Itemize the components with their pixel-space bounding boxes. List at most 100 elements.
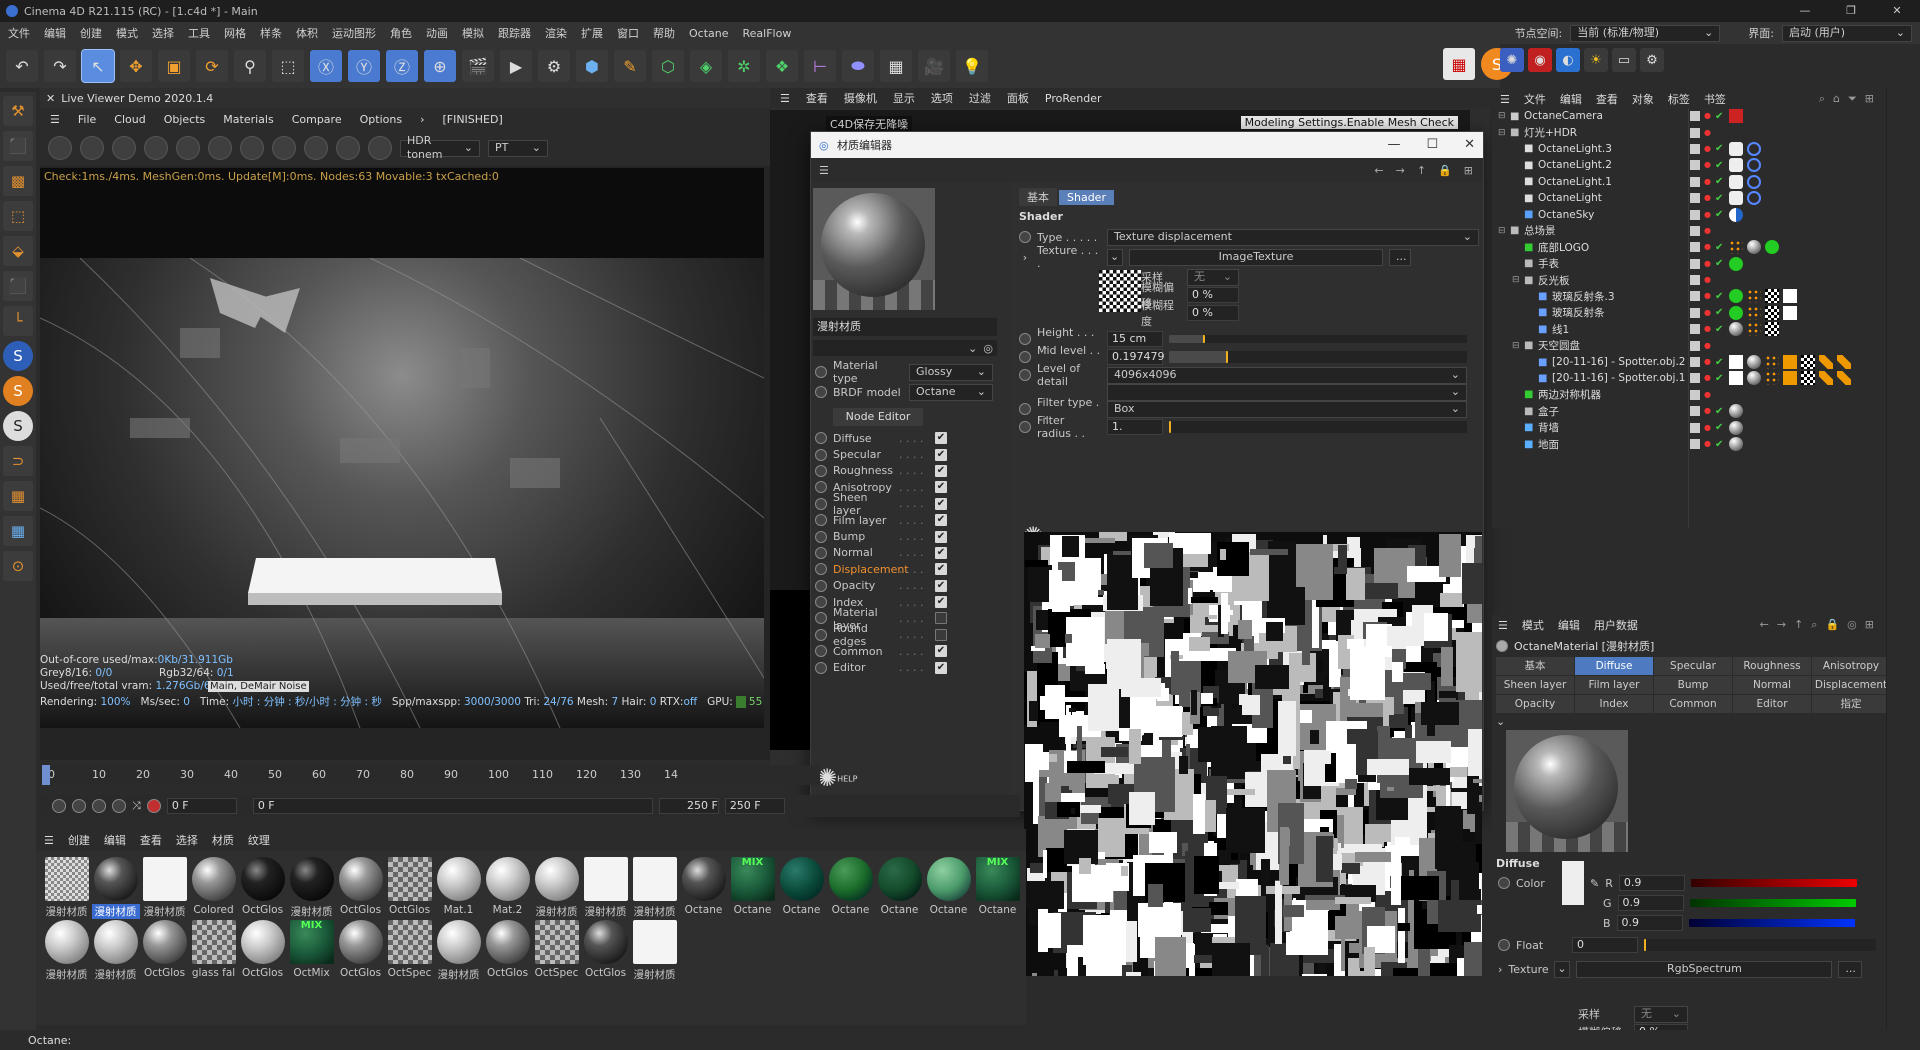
menu-item-2[interactable]: 创建 bbox=[80, 25, 102, 41]
layer-checkbox-icon[interactable] bbox=[1690, 258, 1700, 269]
material-name-field[interactable]: 漫射材质 bbox=[813, 318, 997, 336]
channel-checkbox[interactable] bbox=[935, 628, 947, 641]
world-coordinates-icon[interactable]: ⊕ bbox=[424, 50, 456, 82]
render-view-icon[interactable]: ▶ bbox=[500, 50, 532, 82]
expand-icon[interactable]: ⊟ bbox=[1498, 111, 1506, 121]
radio-icon[interactable] bbox=[815, 612, 827, 625]
mograph-icon[interactable]: ❖ bbox=[766, 50, 798, 82]
expand-icon[interactable]: ⊟ bbox=[1498, 226, 1506, 236]
channel-row[interactable]: Roughness . . . . ✔ bbox=[815, 463, 1005, 479]
visibility-dots-icon[interactable]: ● bbox=[1704, 259, 1711, 268]
object-row[interactable]: ■ 底部LOGO ● ✔ bbox=[1492, 239, 1872, 255]
objmgr-menu-5[interactable]: 书签 bbox=[1704, 91, 1726, 107]
visibility-dots-icon[interactable]: ● bbox=[1704, 144, 1711, 153]
film-region-icon[interactable] bbox=[304, 136, 328, 160]
live-selection-icon[interactable]: ⬚ bbox=[272, 50, 304, 82]
objmgr-menu-1[interactable]: 编辑 bbox=[1560, 91, 1582, 107]
layer-checkbox-icon[interactable] bbox=[1690, 373, 1700, 384]
radio-icon[interactable] bbox=[815, 546, 827, 559]
menu-item-4[interactable]: 选择 bbox=[152, 25, 174, 41]
channel-checkbox[interactable]: ✔ bbox=[935, 645, 947, 658]
object-row[interactable]: ■ 盒子 ● ✔ bbox=[1492, 403, 1872, 419]
light-icon[interactable]: 💡 bbox=[956, 50, 988, 82]
viewport-menu-6[interactable]: ProRender bbox=[1045, 92, 1102, 105]
attr-tab-13[interactable]: Editor bbox=[1733, 695, 1811, 713]
material-swatch[interactable]: MIX OctMix bbox=[287, 920, 336, 983]
matmgr-menu-2[interactable]: 查看 bbox=[140, 832, 162, 848]
r-field[interactable]: 0.9 bbox=[1618, 875, 1685, 891]
hamburger-menu-icon[interactable]: ☰ bbox=[44, 834, 54, 847]
objmgr-menu-0[interactable]: 文件 bbox=[1524, 91, 1546, 107]
tag-lt-icon[interactable] bbox=[1728, 191, 1743, 206]
octane-s-icon-3[interactable]: S bbox=[3, 411, 33, 441]
radio-icon[interactable] bbox=[815, 386, 827, 398]
frame-start-field[interactable]: 0 F bbox=[166, 798, 237, 814]
radio-icon[interactable] bbox=[1498, 939, 1510, 951]
enabled-check-icon[interactable]: ✔ bbox=[1715, 209, 1725, 220]
object-row[interactable]: ■ 两边对称机器 ● bbox=[1492, 387, 1872, 403]
midlevel-slider[interactable] bbox=[1169, 351, 1467, 363]
channel-row[interactable]: Bump . . . . ✔ bbox=[815, 528, 1005, 544]
visibility-dots-icon[interactable]: ● bbox=[1704, 194, 1711, 202]
texture-thumbnail[interactable] bbox=[1099, 270, 1141, 312]
objmgr-menu-4[interactable]: 标签 bbox=[1668, 91, 1690, 107]
lock-workplane-icon[interactable]: ⊙ bbox=[3, 551, 33, 581]
viewport-menu-4[interactable]: 过滤 bbox=[969, 90, 991, 106]
field-icon[interactable]: ⬬ bbox=[842, 50, 874, 82]
autokey-icon[interactable] bbox=[72, 799, 86, 813]
layer-checkbox-icon[interactable] bbox=[1690, 242, 1700, 253]
octane-s-icon-1[interactable]: S bbox=[3, 341, 33, 371]
hamburger-menu-icon[interactable]: ☰ bbox=[819, 164, 829, 177]
material-swatch[interactable]: 漫射材质 bbox=[434, 920, 483, 983]
home-icon[interactable]: ⌂ bbox=[1833, 92, 1840, 106]
object-row[interactable]: ■ OctaneLight.3 ● ✔ bbox=[1492, 141, 1872, 157]
x-axis-icon[interactable]: Ⓧ bbox=[310, 50, 342, 82]
texture-button[interactable]: ImageTexture bbox=[1129, 248, 1383, 266]
tab-basic[interactable]: 基本 bbox=[1019, 188, 1057, 206]
arrow-up-icon[interactable]: ↑ bbox=[1417, 164, 1426, 177]
add-region-icon[interactable] bbox=[272, 136, 296, 160]
menu-item-1[interactable]: 编辑 bbox=[44, 25, 66, 41]
material-swatch[interactable]: OctSpec bbox=[532, 920, 581, 983]
channel-row[interactable]: Editor . . . . ✔ bbox=[815, 659, 1005, 675]
attr-tab-1[interactable]: Diffuse bbox=[1575, 657, 1653, 675]
channel-row[interactable]: Round edges. . . . bbox=[815, 622, 1005, 648]
viewport-menu-2[interactable]: 显示 bbox=[893, 90, 915, 106]
model-mode-icon[interactable]: ⬛ bbox=[3, 131, 33, 161]
make-editable-icon[interactable]: ⚒ bbox=[3, 96, 33, 126]
object-row[interactable]: ■ OctaneSky ● ✔ bbox=[1492, 206, 1872, 222]
material-swatch[interactable]: OctGlos bbox=[336, 920, 385, 983]
radio-icon[interactable] bbox=[815, 563, 827, 576]
matmgr-menu-5[interactable]: 纹理 bbox=[248, 832, 270, 848]
objmgr-menu-3[interactable]: 对象 bbox=[1632, 91, 1654, 107]
visibility-dots-icon[interactable]: ● bbox=[1704, 341, 1711, 350]
tag-sphere-icon[interactable] bbox=[1728, 437, 1743, 451]
tag-green-icon[interactable] bbox=[1728, 256, 1743, 271]
object-row[interactable]: ■ OctaneLight ● ✔ bbox=[1492, 190, 1872, 206]
menu-item-0[interactable]: 文件 bbox=[8, 25, 30, 41]
visibility-dots-icon[interactable]: ● bbox=[1704, 292, 1711, 300]
material-swatch[interactable]: 漫射材质 bbox=[630, 857, 679, 920]
eyedropper-icon[interactable]: ✎ bbox=[1590, 877, 1599, 890]
grid-snap-icon[interactable]: ▦ bbox=[3, 516, 33, 546]
restart-render-icon[interactable] bbox=[80, 136, 104, 160]
blend-icon[interactable] bbox=[112, 799, 126, 813]
deformer-icon[interactable]: ⊢ bbox=[804, 50, 836, 82]
help-logo[interactable]: ✺HELP bbox=[817, 764, 857, 792]
sampling-select[interactable]: 无 ⌄ bbox=[1187, 268, 1239, 286]
material-swatch[interactable]: OctSpec bbox=[385, 920, 434, 983]
radio-icon[interactable] bbox=[815, 464, 827, 477]
material-swatch[interactable]: OctGlos bbox=[483, 920, 532, 983]
object-row[interactable]: ■ OctaneLight.1 ● ✔ bbox=[1492, 174, 1872, 190]
enabled-check-icon[interactable]: ✔ bbox=[1715, 291, 1725, 302]
tag-ring-icon[interactable] bbox=[1746, 191, 1761, 206]
tag-dots-icon[interactable] bbox=[1764, 355, 1779, 370]
layer-checkbox-icon[interactable] bbox=[1690, 209, 1700, 220]
octane-logo-icon[interactable]: ✺ bbox=[1500, 48, 1524, 72]
subdivision-icon[interactable]: ⬡ bbox=[652, 50, 684, 82]
menu-item-13[interactable]: 跟踪器 bbox=[498, 25, 531, 41]
channel-row[interactable]: Diffuse . . . . ✔ bbox=[815, 430, 1005, 446]
enabled-check-icon[interactable]: ✔ bbox=[1715, 160, 1725, 171]
layer-checkbox-icon[interactable] bbox=[1690, 143, 1700, 154]
expand-icon[interactable]: ⊟ bbox=[1512, 341, 1520, 351]
